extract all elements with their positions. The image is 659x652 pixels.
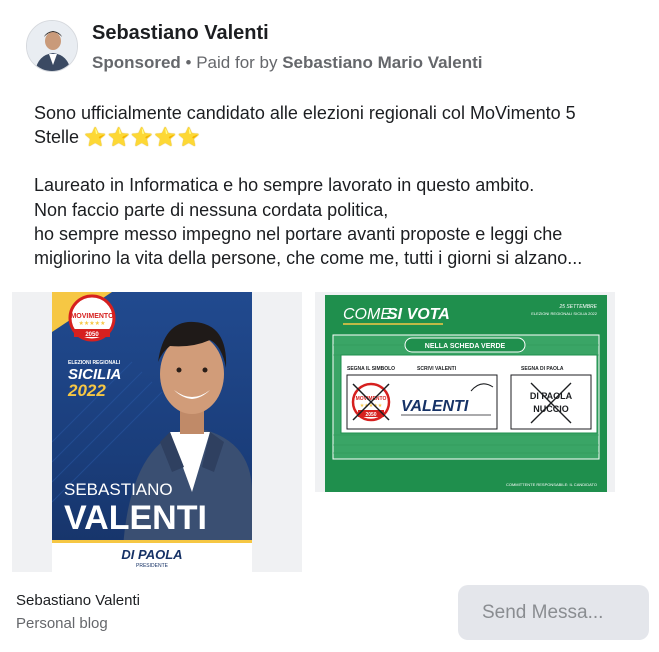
poster-coalition-sub: PRESIDENTE bbox=[136, 563, 169, 569]
vote-president-line1: DI PAOLA bbox=[530, 391, 573, 401]
vote-date-sub: ELEZIONI REGIONALI SICILIA 2022 bbox=[531, 311, 598, 316]
post-line-6: migliorino la vita della persone, che co… bbox=[34, 248, 583, 269]
paid-for-name: Sebastiano Mario Valenti bbox=[282, 53, 483, 72]
post-line-4: Non faccio parte di nessuna cordata poli… bbox=[34, 199, 389, 220]
vote-col2-label: SCRIVI VALENTI bbox=[417, 366, 457, 372]
vote-logo-year: 2050 bbox=[365, 412, 376, 418]
post-line-1: Sono ufficialmente candidato alle elezio… bbox=[34, 103, 576, 123]
page-category: Personal blog bbox=[16, 615, 108, 632]
send-message-button[interactable]: Send Messa... bbox=[458, 585, 649, 640]
poster-year: 2022 bbox=[67, 381, 106, 400]
post-line-2-text: Stelle bbox=[34, 127, 80, 148]
sponsored-line: Sponsored • Paid for by Sebastiano Mario… bbox=[92, 53, 483, 73]
sponsored-label: Sponsored bbox=[92, 53, 181, 72]
how-to-vote-card[interactable]: COME SI VOTA 25 SETTEMBRE ELEZIONI REGIO… bbox=[325, 295, 607, 492]
vote-card-artwork: COME SI VOTA 25 SETTEMBRE ELEZIONI REGIO… bbox=[325, 295, 607, 492]
vote-title-part1: COME bbox=[343, 306, 391, 323]
poster-logo-year: 2050 bbox=[85, 332, 99, 338]
poster-logo-text: MOVIMENTO bbox=[70, 313, 114, 320]
post-line-5: ho sempre messo impegno nel portare avan… bbox=[34, 223, 563, 244]
page-name[interactable]: Sebastiano Valenti bbox=[16, 592, 140, 609]
media-vote-card-frame[interactable]: COME SI VOTA 25 SETTEMBRE ELEZIONI REGIO… bbox=[315, 292, 615, 492]
stars-emoji: ⭐⭐⭐⭐⭐ bbox=[84, 127, 202, 148]
author-avatar[interactable] bbox=[26, 20, 78, 72]
campaign-poster[interactable]: MOVIMENTO ★★★★★ 2050 ELEZIONI REGIONALI … bbox=[52, 292, 252, 572]
post-header: Sebastiano Valenti Sponsored • Paid for … bbox=[26, 20, 646, 76]
svg-text:★★★★★: ★★★★★ bbox=[79, 320, 106, 327]
svg-text:★★★★★: ★★★★★ bbox=[360, 403, 383, 409]
media-poster-frame[interactable]: MOVIMENTO ★★★★★ 2050 ELEZIONI REGIONALI … bbox=[12, 292, 302, 572]
vote-title-part2: SI VOTA bbox=[387, 306, 450, 323]
poster-first-name: SEBASTIANO bbox=[64, 480, 173, 499]
author-name[interactable]: Sebastiano Valenti bbox=[92, 22, 269, 45]
separator-dot: • bbox=[185, 53, 192, 72]
post-text: Sono ufficialmente candidato alle elezio… bbox=[34, 101, 634, 270]
post-line-3: Laureato in Informatica e ho sempre lavo… bbox=[34, 175, 535, 196]
page-info: Sebastiano Valenti Personal blog bbox=[16, 592, 140, 632]
poster-artwork: MOVIMENTO ★★★★★ 2050 ELEZIONI REGIONALI … bbox=[52, 292, 252, 572]
vote-president-line2: NUCCIO bbox=[533, 404, 569, 414]
vote-date: 25 SETTEMBRE bbox=[558, 304, 597, 310]
vote-banner: NELLA SCHEDA VERDE bbox=[425, 343, 506, 350]
vote-col1-label: SEGNA IL SIMBOLO bbox=[347, 366, 395, 372]
poster-last-name: VALENTI bbox=[64, 499, 207, 537]
paid-for-prefix: Paid for by bbox=[196, 53, 278, 72]
post-line-2: Stelle ⭐⭐⭐⭐⭐ bbox=[34, 125, 634, 149]
vote-written-name: VALENTI bbox=[401, 398, 469, 415]
vote-footer: COMMITTENTE RESPONSABILE: IL CANDIDATO bbox=[506, 482, 597, 487]
poster-coalition: DI PAOLA bbox=[121, 547, 182, 562]
vote-col3-label: SEGNA DI PAOLA bbox=[521, 366, 564, 372]
